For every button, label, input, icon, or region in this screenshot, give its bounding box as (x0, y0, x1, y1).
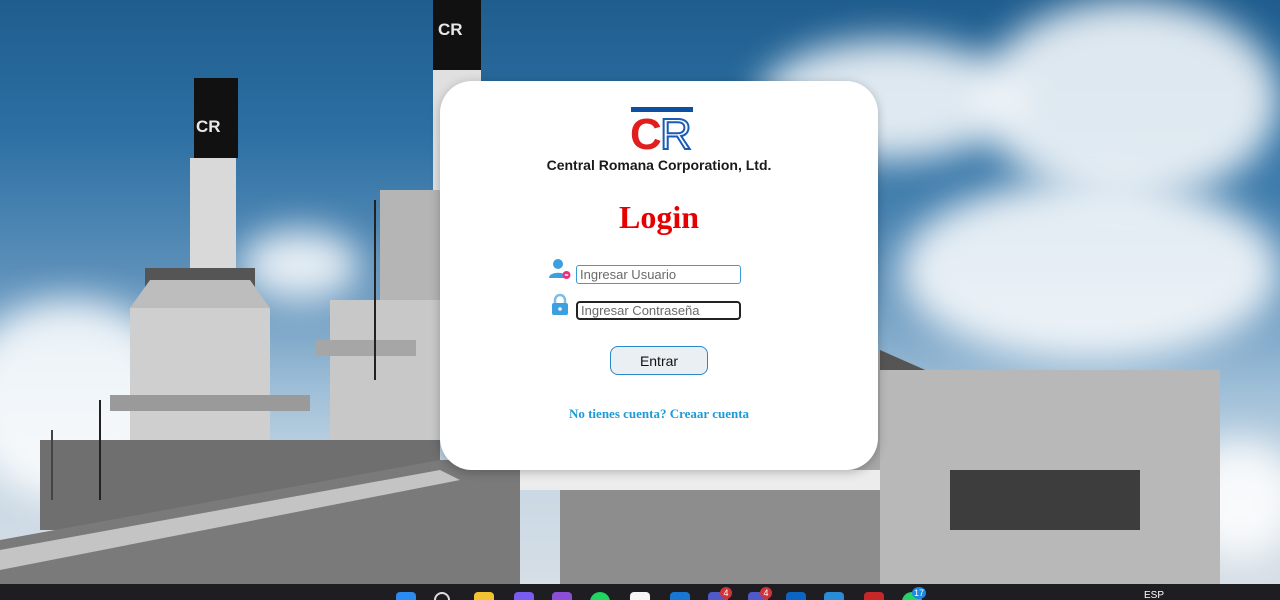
vscode-icon[interactable] (824, 592, 844, 600)
capcut-icon[interactable] (630, 592, 650, 600)
copilot-icon[interactable] (514, 592, 534, 600)
chimney-label: CR (196, 117, 221, 136)
signup-prompt: No tienes cuenta? (568, 406, 667, 421)
login-card: C R Central Romana Corporation, Ltd. Log… (440, 81, 878, 470)
password-input[interactable] (576, 301, 741, 320)
windows-start-icon[interactable] (396, 592, 416, 600)
visual-studio-icon[interactable] (552, 592, 572, 600)
chimney-label: CR (438, 20, 463, 39)
company-name: Central Romana Corporation, Ltd. (546, 157, 772, 173)
username-row (548, 259, 748, 284)
lock-icon (552, 293, 568, 315)
language-indicator[interactable]: ESP (1144, 590, 1164, 600)
enter-button[interactable]: Entrar (610, 346, 708, 375)
company-logo: C R Central Romana Corporation, Ltd. (440, 107, 878, 177)
notification-badge: 4 (760, 587, 772, 599)
mail-icon[interactable] (786, 592, 806, 600)
search-icon[interactable] (434, 592, 450, 600)
logo-letter-c: C (630, 110, 662, 159)
taskbar: 4 4 17 ESP (0, 584, 1280, 600)
username-input[interactable] (576, 265, 741, 284)
notification-badge: 17 (912, 587, 926, 599)
file-explorer-icon[interactable] (474, 592, 494, 600)
excel-icon[interactable] (864, 592, 884, 600)
password-row (548, 293, 748, 320)
outlook-icon[interactable] (670, 592, 690, 600)
user-icon (549, 259, 571, 279)
chimney-body (190, 158, 236, 268)
notification-badge: 4 (720, 587, 732, 599)
login-title: Login (618, 199, 700, 235)
spotify-icon[interactable] (590, 592, 610, 600)
signup-line: No tienes cuenta? Creaar cuenta (440, 406, 878, 422)
logo-letter-r: R (659, 110, 693, 159)
create-account-link[interactable]: Creaar cuenta (670, 406, 749, 421)
desktop-background: CR CR C R Central Romana Corporation, Lt… (0, 0, 1280, 600)
